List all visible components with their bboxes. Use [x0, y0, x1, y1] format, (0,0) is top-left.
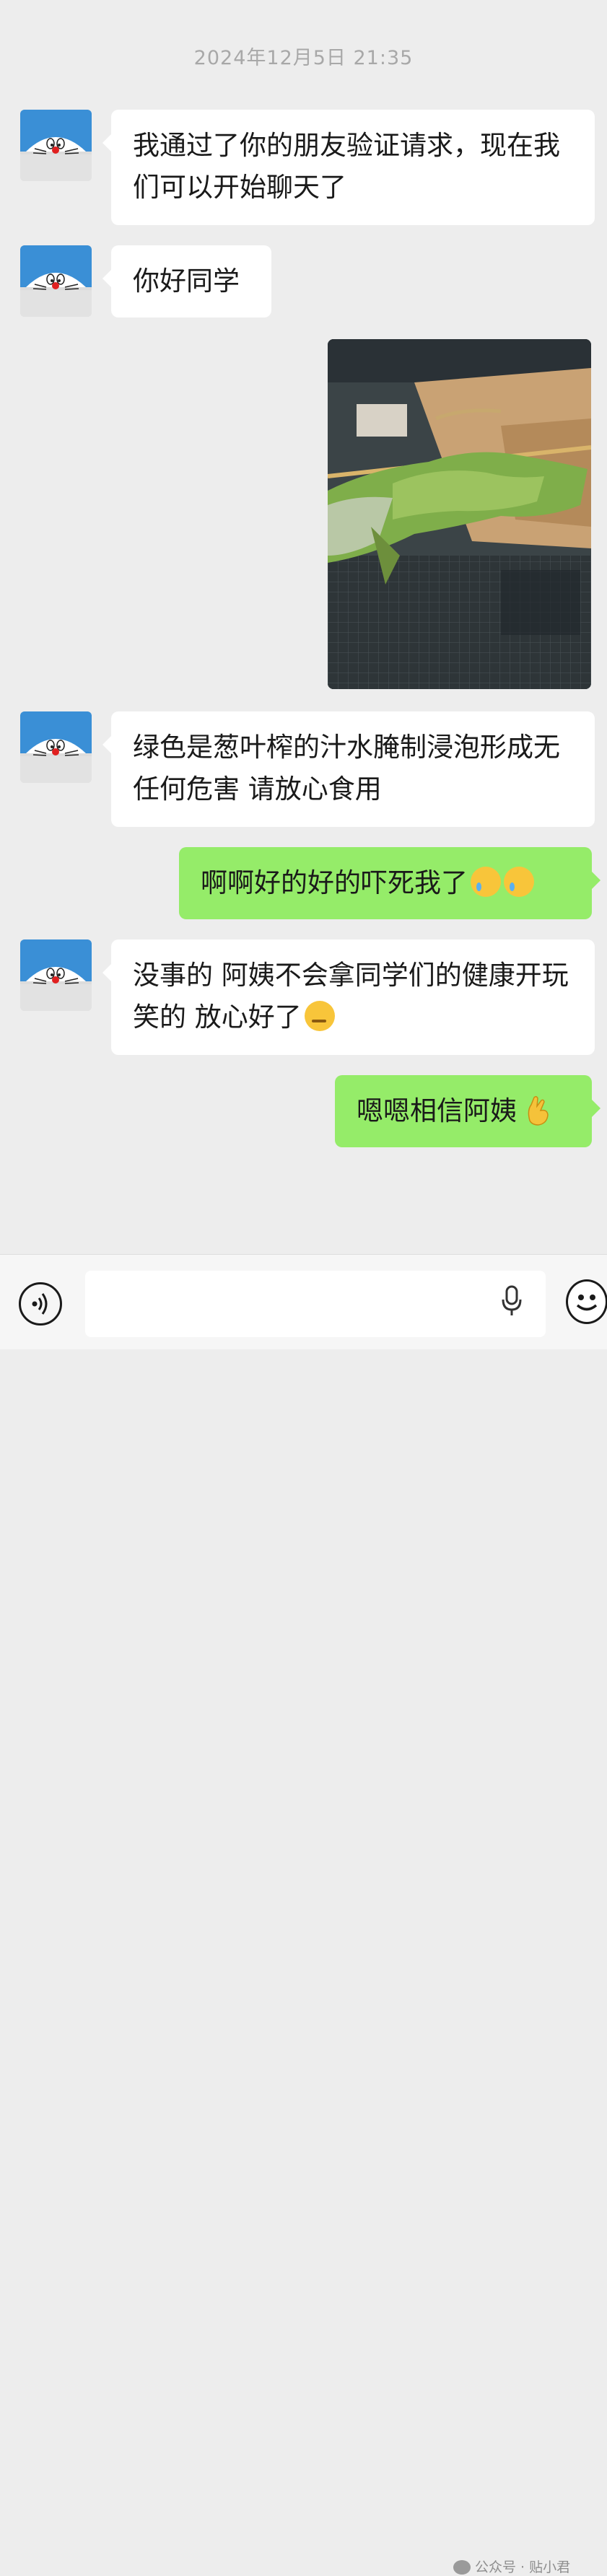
doraemon-avatar-icon: [20, 939, 92, 1011]
doraemon-avatar-icon: [20, 110, 92, 181]
wechat-logo-icon: [453, 2560, 471, 2575]
voice-wave-icon: [32, 1293, 48, 1315]
watermark: 公众号 · 贴小君: [453, 2557, 570, 2576]
incoming-message[interactable]: 你好同学: [102, 245, 271, 317]
contact-avatar[interactable]: [20, 939, 92, 1011]
voice-mode-button[interactable]: [19, 1282, 62, 1326]
watermark-text: 公众号 · 贴小君: [475, 2559, 571, 2575]
smiley-face-icon: [576, 1294, 598, 1311]
crying-smile-emoji-icon: [504, 867, 534, 897]
outgoing-message[interactable]: 啊啊好的好的吓死我了: [179, 847, 601, 919]
incoming-message[interactable]: 绿色是葱叶榨的汁水腌制浸泡形成无任何危害 请放心食用: [102, 711, 595, 827]
incoming-message[interactable]: 没事的 阿姨不会拿同学们的健康开玩笑的 放心好了: [102, 939, 595, 1055]
doraemon-avatar-icon: [20, 711, 92, 783]
microphone-icon[interactable]: [501, 1285, 523, 1317]
emoji-button[interactable]: [566, 1279, 607, 1324]
incoming-message[interactable]: 我通过了你的朋友验证请求，现在我们可以开始聊天了: [102, 110, 595, 225]
message-text: 嗯嗯相信阿姨: [357, 1095, 517, 1126]
contact-avatar[interactable]: [20, 711, 92, 783]
chat-input-bar: 公众号 · 贴小君: [0, 1254, 607, 2575]
contact-avatar[interactable]: [20, 110, 92, 181]
thinking-face-emoji-icon: [304, 1001, 335, 1031]
crying-smile-emoji-icon: [471, 867, 501, 897]
contact-avatar[interactable]: [20, 245, 92, 317]
sent-photo[interactable]: [328, 339, 591, 689]
chat-timestamp: 2024年12月5日 21:35: [193, 47, 414, 69]
food-skewer-photo: [328, 339, 591, 689]
ok-hand-emoji-icon: [528, 1095, 549, 1126]
message-text: 啊啊好的好的吓死我了: [201, 867, 468, 898]
doraemon-avatar-icon: [20, 245, 92, 317]
outgoing-message[interactable]: 嗯嗯相信阿姨: [335, 1075, 601, 1147]
message-text: 没事的 阿姨不会拿同学们的健康开玩笑的 放心好了: [133, 960, 569, 1033]
message-input[interactable]: [85, 1271, 546, 1337]
message-text: 绿色是葱叶榨的汁水腌制浸泡形成无任何危害 请放心食用: [133, 732, 560, 805]
message-text: 你好同学: [133, 266, 240, 297]
message-text: 我通过了你的朋友验证请求，现在我们可以开始聊天了: [133, 130, 560, 203]
